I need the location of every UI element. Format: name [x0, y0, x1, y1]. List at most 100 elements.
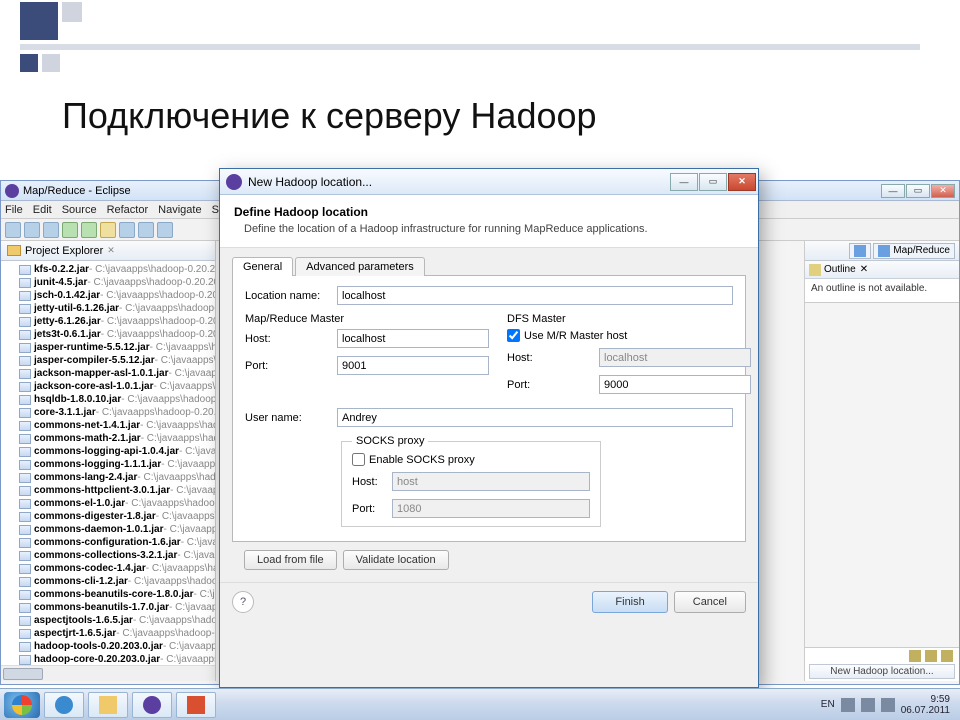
menu-file[interactable]: File	[5, 204, 23, 216]
volume-icon[interactable]	[881, 698, 895, 712]
toolbar-icon[interactable]	[5, 222, 21, 238]
tree-item[interactable]: jetty-util-6.1.26.jar - C:\javaapps\hado…	[19, 302, 213, 315]
start-button[interactable]	[4, 692, 40, 718]
new-hadoop-location-button[interactable]: New Hadoop location...	[809, 664, 955, 679]
close-icon[interactable]: ✕	[860, 264, 868, 275]
tree-item[interactable]: commons-cli-1.2.jar - C:\javaapps\hadoop…	[19, 575, 213, 588]
toolbar-icon[interactable]	[100, 222, 116, 238]
taskbar-powerpoint[interactable]	[176, 692, 216, 718]
toolbar-icon[interactable]	[157, 222, 173, 238]
tab-advanced[interactable]: Advanced parameters	[295, 257, 425, 276]
socks-legend: SOCKS proxy	[352, 435, 428, 447]
minimize-button[interactable]: —	[670, 173, 698, 191]
tree-item[interactable]: commons-configuration-1.6.jar - C:\javaa…	[19, 536, 213, 549]
tree-item[interactable]: commons-daemon-1.0.1.jar - C:\javaapps\h	[19, 523, 213, 536]
menu-navigate[interactable]: Navigate	[158, 204, 201, 216]
project-tree[interactable]: kfs-0.2.2.jar - C:\javaapps\hadoop-0.20.…	[1, 261, 215, 665]
toolbar-icon[interactable]	[24, 222, 40, 238]
ie-icon	[55, 696, 73, 714]
taskbar-explorer[interactable]	[88, 692, 128, 718]
dfs-master-title: DFS Master	[507, 313, 751, 325]
toolbar-icon[interactable]	[43, 222, 59, 238]
tab-general[interactable]: General	[232, 257, 293, 276]
toolbar-debug-icon[interactable]	[81, 222, 97, 238]
toolbar-icon[interactable]	[119, 222, 135, 238]
tree-item[interactable]: commons-logging-api-1.0.4.jar - C:\javaa…	[19, 445, 213, 458]
jar-icon	[19, 330, 31, 340]
close-button[interactable]: ✕	[931, 184, 955, 198]
taskbar-ie[interactable]	[44, 692, 84, 718]
maximize-button[interactable]: ▭	[699, 173, 727, 191]
tree-item[interactable]: commons-httpclient-3.0.1.jar - C:\javaap…	[19, 484, 213, 497]
dfs-port-input[interactable]	[599, 375, 751, 394]
taskbar-eclipse[interactable]	[132, 692, 172, 718]
network-icon[interactable]	[861, 698, 875, 712]
tree-item[interactable]: commons-math-2.1.jar - C:\javaapps\hadoo…	[19, 432, 213, 445]
tree-item[interactable]: commons-digester-1.8.jar - C:\javaapps\h…	[19, 510, 213, 523]
tree-item[interactable]: jackson-core-asl-1.0.1.jar - C:\javaapps…	[19, 380, 213, 393]
use-mr-master-checkbox[interactable]	[507, 329, 520, 342]
socks-port-label: Port:	[352, 503, 392, 515]
clock[interactable]: 9:59 06.07.2011	[901, 694, 950, 716]
outline-tab[interactable]: Outline ✕	[805, 261, 959, 279]
dfs-host-input	[599, 348, 751, 367]
tree-item[interactable]: commons-logging-1.1.1.jar - C:\javaapps\…	[19, 458, 213, 471]
tree-item[interactable]: commons-el-1.0.jar - C:\javaapps\hadoop-…	[19, 497, 213, 510]
finish-button[interactable]: Finish	[592, 591, 667, 613]
help-button[interactable]: ?	[232, 591, 254, 613]
tree-item[interactable]: aspectjrt-1.6.5.jar - C:\javaapps\hadoop…	[19, 627, 213, 640]
tree-item[interactable]: hadoop-tools-0.20.203.0.jar - C:\javaapp…	[19, 640, 213, 653]
open-perspective-button[interactable]	[849, 243, 871, 259]
tree-item[interactable]: core-3.1.1.jar - C:\javaapps\hadoop-0.20…	[19, 406, 213, 419]
menu-edit[interactable]: Edit	[33, 204, 52, 216]
minimize-icon[interactable]	[941, 650, 953, 662]
tree-item[interactable]: jasper-runtime-5.5.12.jar - C:\javaapps\…	[19, 341, 213, 354]
tree-item[interactable]: commons-beanutils-1.7.0.jar - C:\javaapp…	[19, 601, 213, 614]
jar-icon	[19, 564, 31, 574]
load-from-file-button[interactable]: Load from file	[244, 550, 337, 570]
mr-port-input[interactable]	[337, 356, 489, 375]
tree-item[interactable]: commons-lang-2.4.jar - C:\javaapps\hadoo…	[19, 471, 213, 484]
project-explorer-tab[interactable]: Project Explorer ✕	[1, 241, 215, 261]
tree-item[interactable]: jetty-6.1.26.jar - C:\javaapps\hadoop-0.…	[19, 315, 213, 328]
eclipse-title: Map/Reduce - Eclipse	[23, 185, 131, 197]
location-name-input[interactable]	[337, 286, 733, 305]
mr-host-input[interactable]	[337, 329, 489, 348]
mapreduce-perspective-button[interactable]: Map/Reduce	[873, 243, 955, 259]
tree-item[interactable]: junit-4.5.jar - C:\javaapps\hadoop-0.20.…	[19, 276, 213, 289]
horizontal-scrollbar[interactable]	[1, 665, 215, 681]
tree-item[interactable]: hsqldb-1.8.0.10.jar - C:\javaapps\hadoop…	[19, 393, 213, 406]
maximize-button[interactable]: ▭	[906, 184, 930, 198]
tree-item[interactable]: jets3t-0.6.1.jar - C:\javaapps\hadoop-0.…	[19, 328, 213, 341]
edit-icon[interactable]	[925, 650, 937, 662]
tree-item[interactable]: aspectjtools-1.6.5.jar - C:\javaapps\had…	[19, 614, 213, 627]
jar-icon	[19, 590, 31, 600]
dialog-heading: Define Hadoop location	[234, 205, 744, 219]
toolbar-icon[interactable]	[138, 222, 154, 238]
tree-item[interactable]: hadoop-core-0.20.203.0.jar - C:\javaapps…	[19, 653, 213, 665]
dialog-titlebar[interactable]: New Hadoop location... — ▭ ✕	[220, 169, 758, 195]
toolbar-run-icon[interactable]	[62, 222, 78, 238]
project-explorer-panel: Project Explorer ✕ kfs-0.2.2.jar - C:\ja…	[1, 241, 216, 681]
tree-item[interactable]: kfs-0.2.2.jar - C:\javaapps\hadoop-0.20.…	[19, 263, 213, 276]
cancel-button[interactable]: Cancel	[674, 591, 746, 613]
validate-location-button[interactable]: Validate location	[343, 550, 449, 570]
tree-item[interactable]: commons-collections-3.2.1.jar - C:\javaa…	[19, 549, 213, 562]
tree-item[interactable]: jackson-mapper-asl-1.0.1.jar - C:\javaap…	[19, 367, 213, 380]
close-button[interactable]: ✕	[728, 173, 756, 191]
menu-refactor[interactable]: Refactor	[107, 204, 149, 216]
tree-item[interactable]: commons-beanutils-core-1.8.0.jar - C:\ja…	[19, 588, 213, 601]
language-indicator[interactable]: EN	[821, 699, 835, 710]
tree-item[interactable]: commons-net-1.4.1.jar - C:\javaapps\hado…	[19, 419, 213, 432]
minimize-button[interactable]: —	[881, 184, 905, 198]
menu-source[interactable]: Source	[62, 204, 97, 216]
tree-item[interactable]: jsch-0.1.42.jar - C:\javaapps\hadoop-0.2…	[19, 289, 213, 302]
tray-icon[interactable]	[841, 698, 855, 712]
elephant-icon[interactable]	[909, 650, 921, 662]
username-input[interactable]	[337, 408, 733, 427]
enable-socks-checkbox[interactable]	[352, 453, 365, 466]
jar-icon	[19, 278, 31, 288]
close-icon[interactable]: ✕	[107, 245, 115, 256]
tree-item[interactable]: commons-codec-1.4.jar - C:\javaapps\hado	[19, 562, 213, 575]
tree-item[interactable]: jasper-compiler-5.5.12.jar - C:\javaapps…	[19, 354, 213, 367]
